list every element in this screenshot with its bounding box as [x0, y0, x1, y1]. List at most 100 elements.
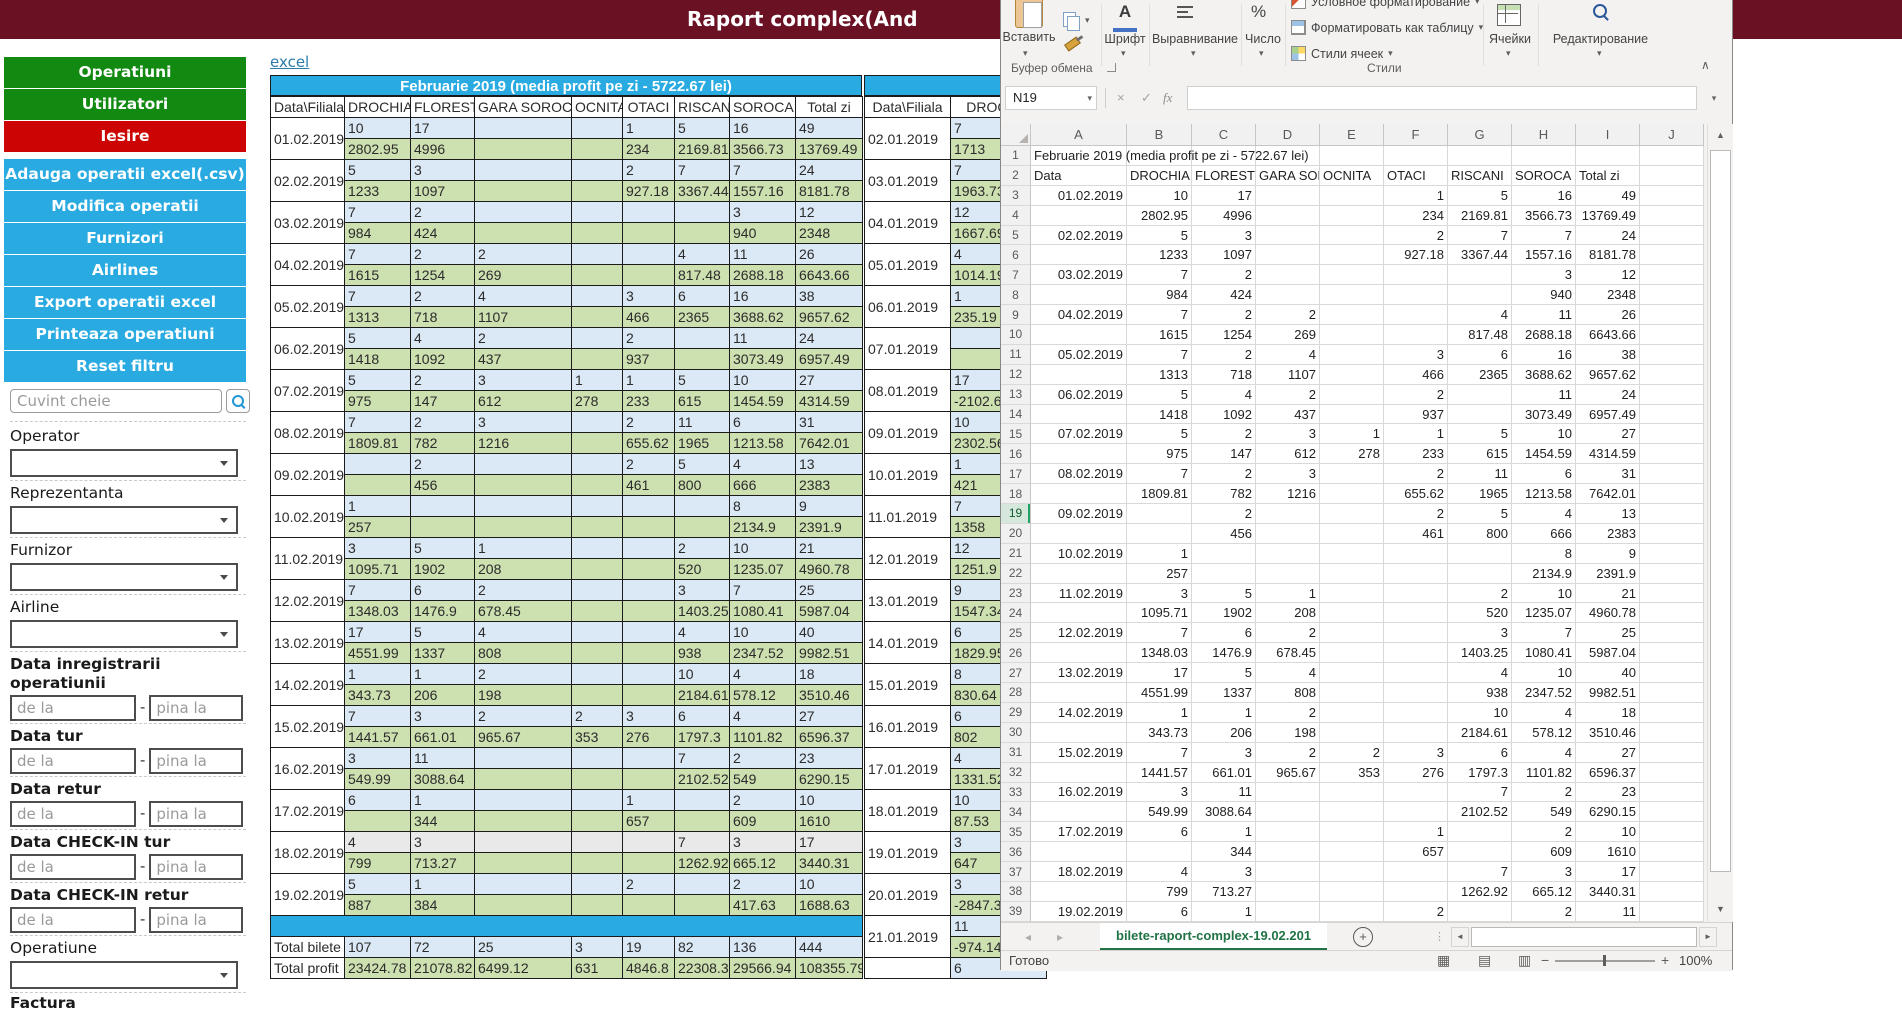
table-row-tickets-09.02.2019[interactable]: 09.02.2019225413 [271, 454, 863, 475]
excel-cell-F38[interactable] [1384, 882, 1448, 902]
excel-cell-B20[interactable] [1127, 524, 1192, 544]
excel-cell-A17[interactable]: 08.02.2019 [1031, 464, 1127, 484]
hscrollbar-thumb[interactable] [1471, 927, 1697, 947]
excel-cell-I26[interactable]: 5987.04 [1576, 643, 1640, 663]
excel-cell-F17[interactable]: 2 [1384, 464, 1448, 484]
excel-cell-E7[interactable] [1320, 265, 1384, 285]
excel-cell-E27[interactable] [1320, 663, 1384, 683]
excel-cell-G24[interactable]: 520 [1448, 603, 1512, 623]
table-row-tickets-11.02.2019[interactable]: 11.02.201935121021 [271, 538, 863, 559]
row-header-10[interactable]: 10 [1001, 325, 1031, 345]
excel-cell-G31[interactable]: 6 [1448, 743, 1512, 763]
excel-cell-D30[interactable]: 198 [1256, 723, 1320, 743]
table-row-profit-03.02.2019[interactable]: 9844249402348 [271, 223, 863, 244]
table-row-profit-14.02.2019[interactable]: 343.732061982184.61578.123510.46 [271, 685, 863, 706]
row-header-18[interactable]: 18 [1001, 484, 1031, 504]
excel-cell-F4[interactable]: 234 [1384, 206, 1448, 226]
table-row-profit-11.02.2019[interactable]: 1095.7119022085201235.074960.78 [271, 559, 863, 580]
excel-cell-G21[interactable] [1448, 544, 1512, 564]
excel-cell-G39[interactable] [1448, 902, 1512, 922]
excel-cell-A26[interactable] [1031, 643, 1127, 663]
date-to-input[interactable] [149, 854, 243, 880]
excel-cell-G8[interactable] [1448, 285, 1512, 305]
excel-cell-F10[interactable] [1384, 325, 1448, 345]
excel-cell-H7[interactable]: 3 [1512, 265, 1576, 285]
excel-cell-H28[interactable]: 2347.52 [1512, 683, 1576, 703]
view-layout-icon[interactable]: ▤ [1478, 951, 1491, 970]
row-header-31[interactable]: 31 [1001, 743, 1031, 763]
excel-cell-G12[interactable]: 2365 [1448, 365, 1512, 385]
excel-cell-I34[interactable]: 6290.15 [1576, 802, 1640, 822]
excel-cell-B31[interactable]: 7 [1127, 743, 1192, 763]
excel-cell-J30[interactable] [1640, 723, 1704, 743]
excel-cell-B15[interactable]: 5 [1127, 424, 1192, 444]
excel-cell-G5[interactable]: 7 [1448, 226, 1512, 246]
excel-cell-B32[interactable]: 1441.57 [1127, 763, 1192, 783]
excel-cell-J29[interactable] [1640, 703, 1704, 723]
excel-cell-A21[interactable]: 10.02.2019 [1031, 544, 1127, 564]
excel-cell-F19[interactable]: 2 [1384, 504, 1448, 524]
excel-cell-G10[interactable]: 817.48 [1448, 325, 1512, 345]
excel-cell-I24[interactable]: 4960.78 [1576, 603, 1640, 623]
excel-cell-D29[interactable]: 2 [1256, 703, 1320, 723]
filter-select-furnizor[interactable] [10, 563, 238, 591]
excel-cell-D12[interactable]: 1107 [1256, 365, 1320, 385]
excel-cell-D28[interactable]: 808 [1256, 683, 1320, 703]
excel-cell-H25[interactable]: 7 [1512, 623, 1576, 643]
zoom-in-icon[interactable]: + [1661, 951, 1669, 970]
table-row-tickets-19.02.2019[interactable]: 19.02.2019512210 [271, 874, 863, 895]
excel-cell-H1[interactable] [1512, 146, 1576, 166]
excel-cell-B4[interactable]: 2802.95 [1127, 206, 1192, 226]
excel-cell-F13[interactable]: 2 [1384, 385, 1448, 405]
action-button-export-operatii-excel[interactable]: Export operatii excel [4, 287, 246, 318]
excel-cell-A2[interactable]: Data [1031, 166, 1127, 186]
excel-cell-J39[interactable] [1640, 902, 1704, 922]
excel-cell-B34[interactable]: 549.99 [1127, 802, 1192, 822]
excel-cell-D11[interactable]: 4 [1256, 345, 1320, 365]
excel-cell-D20[interactable] [1256, 524, 1320, 544]
excel-cell-E38[interactable] [1320, 882, 1384, 902]
editing-group-button[interactable]: Редактирование [1538, 32, 1663, 46]
excel-cell-C18[interactable]: 782 [1192, 484, 1256, 504]
excel-cell-F32[interactable]: 276 [1384, 763, 1448, 783]
row-header-20[interactable]: 20 [1001, 524, 1031, 544]
excel-cell-J16[interactable] [1640, 444, 1704, 464]
excel-cell-B3[interactable]: 10 [1127, 186, 1192, 206]
excel-cell-F3[interactable]: 1 [1384, 186, 1448, 206]
excel-cell-H21[interactable]: 8 [1512, 544, 1576, 564]
excel-cell-E30[interactable] [1320, 723, 1384, 743]
search-input[interactable] [10, 389, 222, 413]
excel-cell-F24[interactable] [1384, 603, 1448, 623]
excel-cell-D18[interactable]: 1216 [1256, 484, 1320, 504]
excel-cell-F26[interactable] [1384, 643, 1448, 663]
excel-cell-I6[interactable]: 8181.78 [1576, 245, 1640, 265]
excel-cell-J35[interactable] [1640, 822, 1704, 842]
excel-cell-C7[interactable]: 2 [1192, 265, 1256, 285]
excel-cell-I38[interactable]: 3440.31 [1576, 882, 1640, 902]
excel-cell-D15[interactable]: 3 [1256, 424, 1320, 444]
excel-cell-C17[interactable]: 2 [1192, 464, 1256, 484]
view-normal-icon[interactable]: ▦ [1437, 951, 1450, 970]
excel-cell-H10[interactable]: 2688.18 [1512, 325, 1576, 345]
excel-cell-G30[interactable]: 2184.61 [1448, 723, 1512, 743]
excel-cell-C39[interactable]: 1 [1192, 902, 1256, 922]
column-header-F[interactable]: F [1384, 124, 1448, 146]
excel-cell-I8[interactable]: 2348 [1576, 285, 1640, 305]
excel-cell-G19[interactable]: 5 [1448, 504, 1512, 524]
view-pagebreak-icon[interactable]: ▥ [1518, 951, 1531, 970]
excel-cell-H17[interactable]: 6 [1512, 464, 1576, 484]
excel-cell-G35[interactable] [1448, 822, 1512, 842]
excel-cell-C24[interactable]: 1902 [1192, 603, 1256, 623]
excel-cell-J24[interactable] [1640, 603, 1704, 623]
excel-cell-H16[interactable]: 1454.59 [1512, 444, 1576, 464]
cells-group-button[interactable]: Ячейки [1483, 32, 1537, 46]
excel-cell-H6[interactable]: 1557.16 [1512, 245, 1576, 265]
excel-cell-H2[interactable]: SOROCA [1512, 166, 1576, 186]
excel-cell-J6[interactable] [1640, 245, 1704, 265]
excel-cell-J27[interactable] [1640, 663, 1704, 683]
excel-cell-F9[interactable] [1384, 305, 1448, 325]
excel-cell-H27[interactable]: 10 [1512, 663, 1576, 683]
row-header-11[interactable]: 11 [1001, 345, 1031, 365]
action-button-furnizori[interactable]: Furnizori [4, 223, 246, 254]
excel-cell-H8[interactable]: 940 [1512, 285, 1576, 305]
